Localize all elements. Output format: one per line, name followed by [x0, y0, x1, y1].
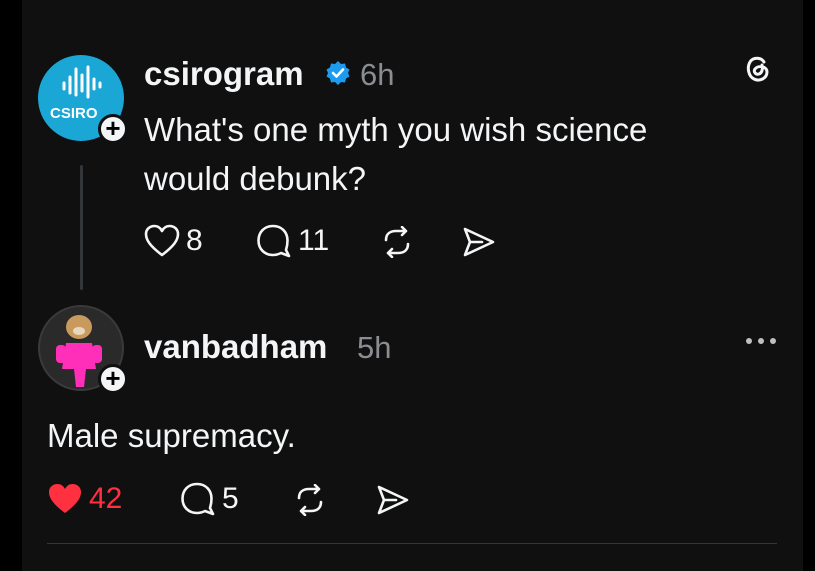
share-icon	[377, 485, 409, 515]
repost-icon	[297, 484, 323, 516]
more-options-icon	[746, 338, 776, 344]
threads-logo-icon[interactable]	[740, 52, 774, 86]
plus-icon: +	[105, 113, 121, 143]
plus-icon: +	[105, 363, 121, 393]
reply-username[interactable]: vanbadham	[144, 328, 327, 366]
post-username[interactable]: csirogram	[144, 55, 304, 93]
heart-icon	[144, 224, 180, 257]
repost-icon	[384, 226, 410, 258]
comment-icon	[181, 482, 215, 516]
more-options-button[interactable]	[744, 326, 778, 356]
reply-reply-button[interactable]: 5	[180, 482, 239, 516]
post-text-line-2: would debunk?	[144, 160, 367, 197]
post-text-line-1: What's one myth you wish science	[144, 111, 648, 148]
reply-like-button[interactable]: 42	[47, 482, 122, 516]
reply-repost-button[interactable]	[293, 484, 327, 516]
comment-icon	[257, 224, 291, 258]
reply-time: 5h	[357, 330, 392, 365]
post-share-button[interactable]	[462, 226, 496, 258]
post-divider	[47, 543, 777, 544]
post-like-count: 8	[186, 224, 203, 257]
post-repost-button[interactable]	[380, 226, 414, 258]
verified-badge-icon	[326, 61, 350, 85]
left-edge	[0, 0, 22, 571]
follow-csirogram-button[interactable]: +	[98, 114, 128, 144]
post-time: 6h	[360, 57, 395, 92]
reply-text: Male supremacy.	[47, 417, 296, 454]
post-reply-count: 11	[298, 224, 330, 257]
follow-vanbadham-button[interactable]: +	[98, 364, 128, 394]
share-icon	[463, 227, 495, 257]
reply-reply-count: 5	[222, 482, 239, 515]
post-reply-button[interactable]: 11	[256, 224, 329, 258]
right-edge	[803, 0, 815, 571]
thread-panel	[22, 0, 803, 571]
reply-share-button[interactable]	[376, 484, 410, 516]
post-like-button[interactable]: 8	[144, 224, 203, 258]
heart-filled-icon	[49, 484, 81, 513]
thread-line	[80, 165, 83, 290]
reply-like-count: 42	[89, 482, 123, 515]
csiro-avatar-text: CSIRO	[50, 105, 98, 122]
